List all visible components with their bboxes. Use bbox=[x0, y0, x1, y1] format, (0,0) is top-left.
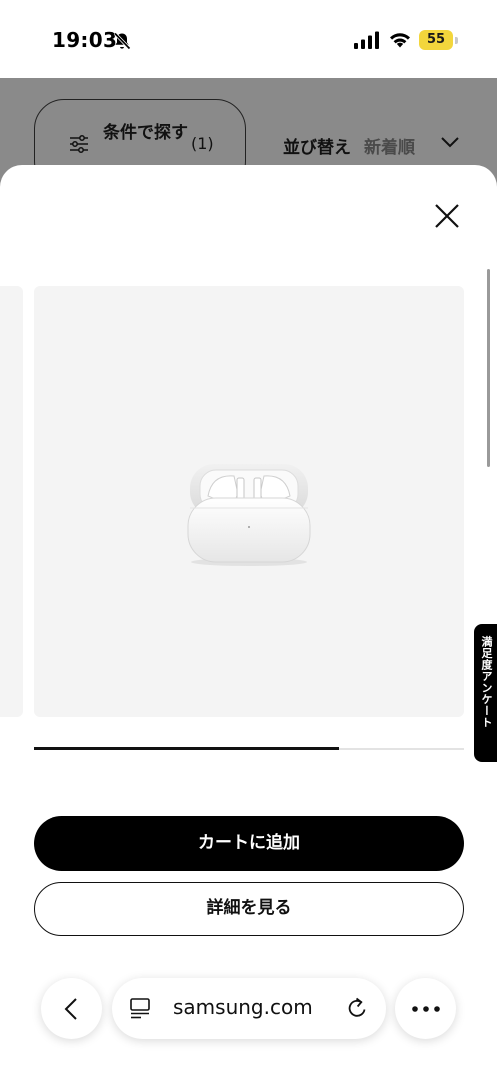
battery-cap bbox=[455, 37, 458, 44]
scrollbar-thumb[interactable] bbox=[487, 269, 490, 467]
reader-icon[interactable] bbox=[129, 997, 151, 1019]
reload-icon[interactable] bbox=[345, 996, 369, 1020]
browser-back-button[interactable] bbox=[41, 978, 102, 1039]
view-details-button[interactable]: 詳細を見る bbox=[34, 882, 464, 936]
more-button[interactable] bbox=[395, 978, 456, 1039]
sort-value: 新着順 bbox=[364, 138, 415, 158]
product-modal-sheet: カートに追加 詳細を見る bbox=[0, 165, 497, 1080]
more-icon bbox=[412, 1006, 440, 1012]
carousel-progress-track bbox=[34, 747, 464, 750]
battery-icon: 55 bbox=[419, 30, 453, 50]
filter-label: 条件で探す bbox=[103, 123, 188, 143]
sort-label: 並び替え bbox=[283, 138, 351, 158]
bell-off-icon bbox=[113, 32, 131, 50]
url-bar[interactable]: samsung.com bbox=[112, 978, 386, 1039]
url-text[interactable]: samsung.com bbox=[173, 995, 313, 1019]
carousel-progress-bar bbox=[34, 747, 340, 750]
add-to-cart-button[interactable]: カートに追加 bbox=[34, 816, 464, 871]
product-image[interactable] bbox=[34, 286, 464, 717]
previous-product-image[interactable] bbox=[0, 286, 23, 717]
back-icon bbox=[64, 998, 77, 1020]
chevron-down-icon bbox=[441, 137, 459, 148]
survey-tab-label: 満足度アンケート bbox=[480, 636, 493, 728]
close-icon[interactable] bbox=[430, 199, 464, 233]
earbuds-case-image bbox=[187, 464, 311, 566]
filter-count: (1) bbox=[191, 134, 214, 153]
signal-icon bbox=[354, 31, 379, 49]
battery-level: 55 bbox=[426, 32, 446, 47]
wifi-icon bbox=[390, 33, 410, 48]
filter-sliders-icon bbox=[70, 135, 88, 153]
status-time: 19:03 bbox=[52, 28, 118, 52]
status-bar: 19:03 55 bbox=[0, 0, 497, 78]
